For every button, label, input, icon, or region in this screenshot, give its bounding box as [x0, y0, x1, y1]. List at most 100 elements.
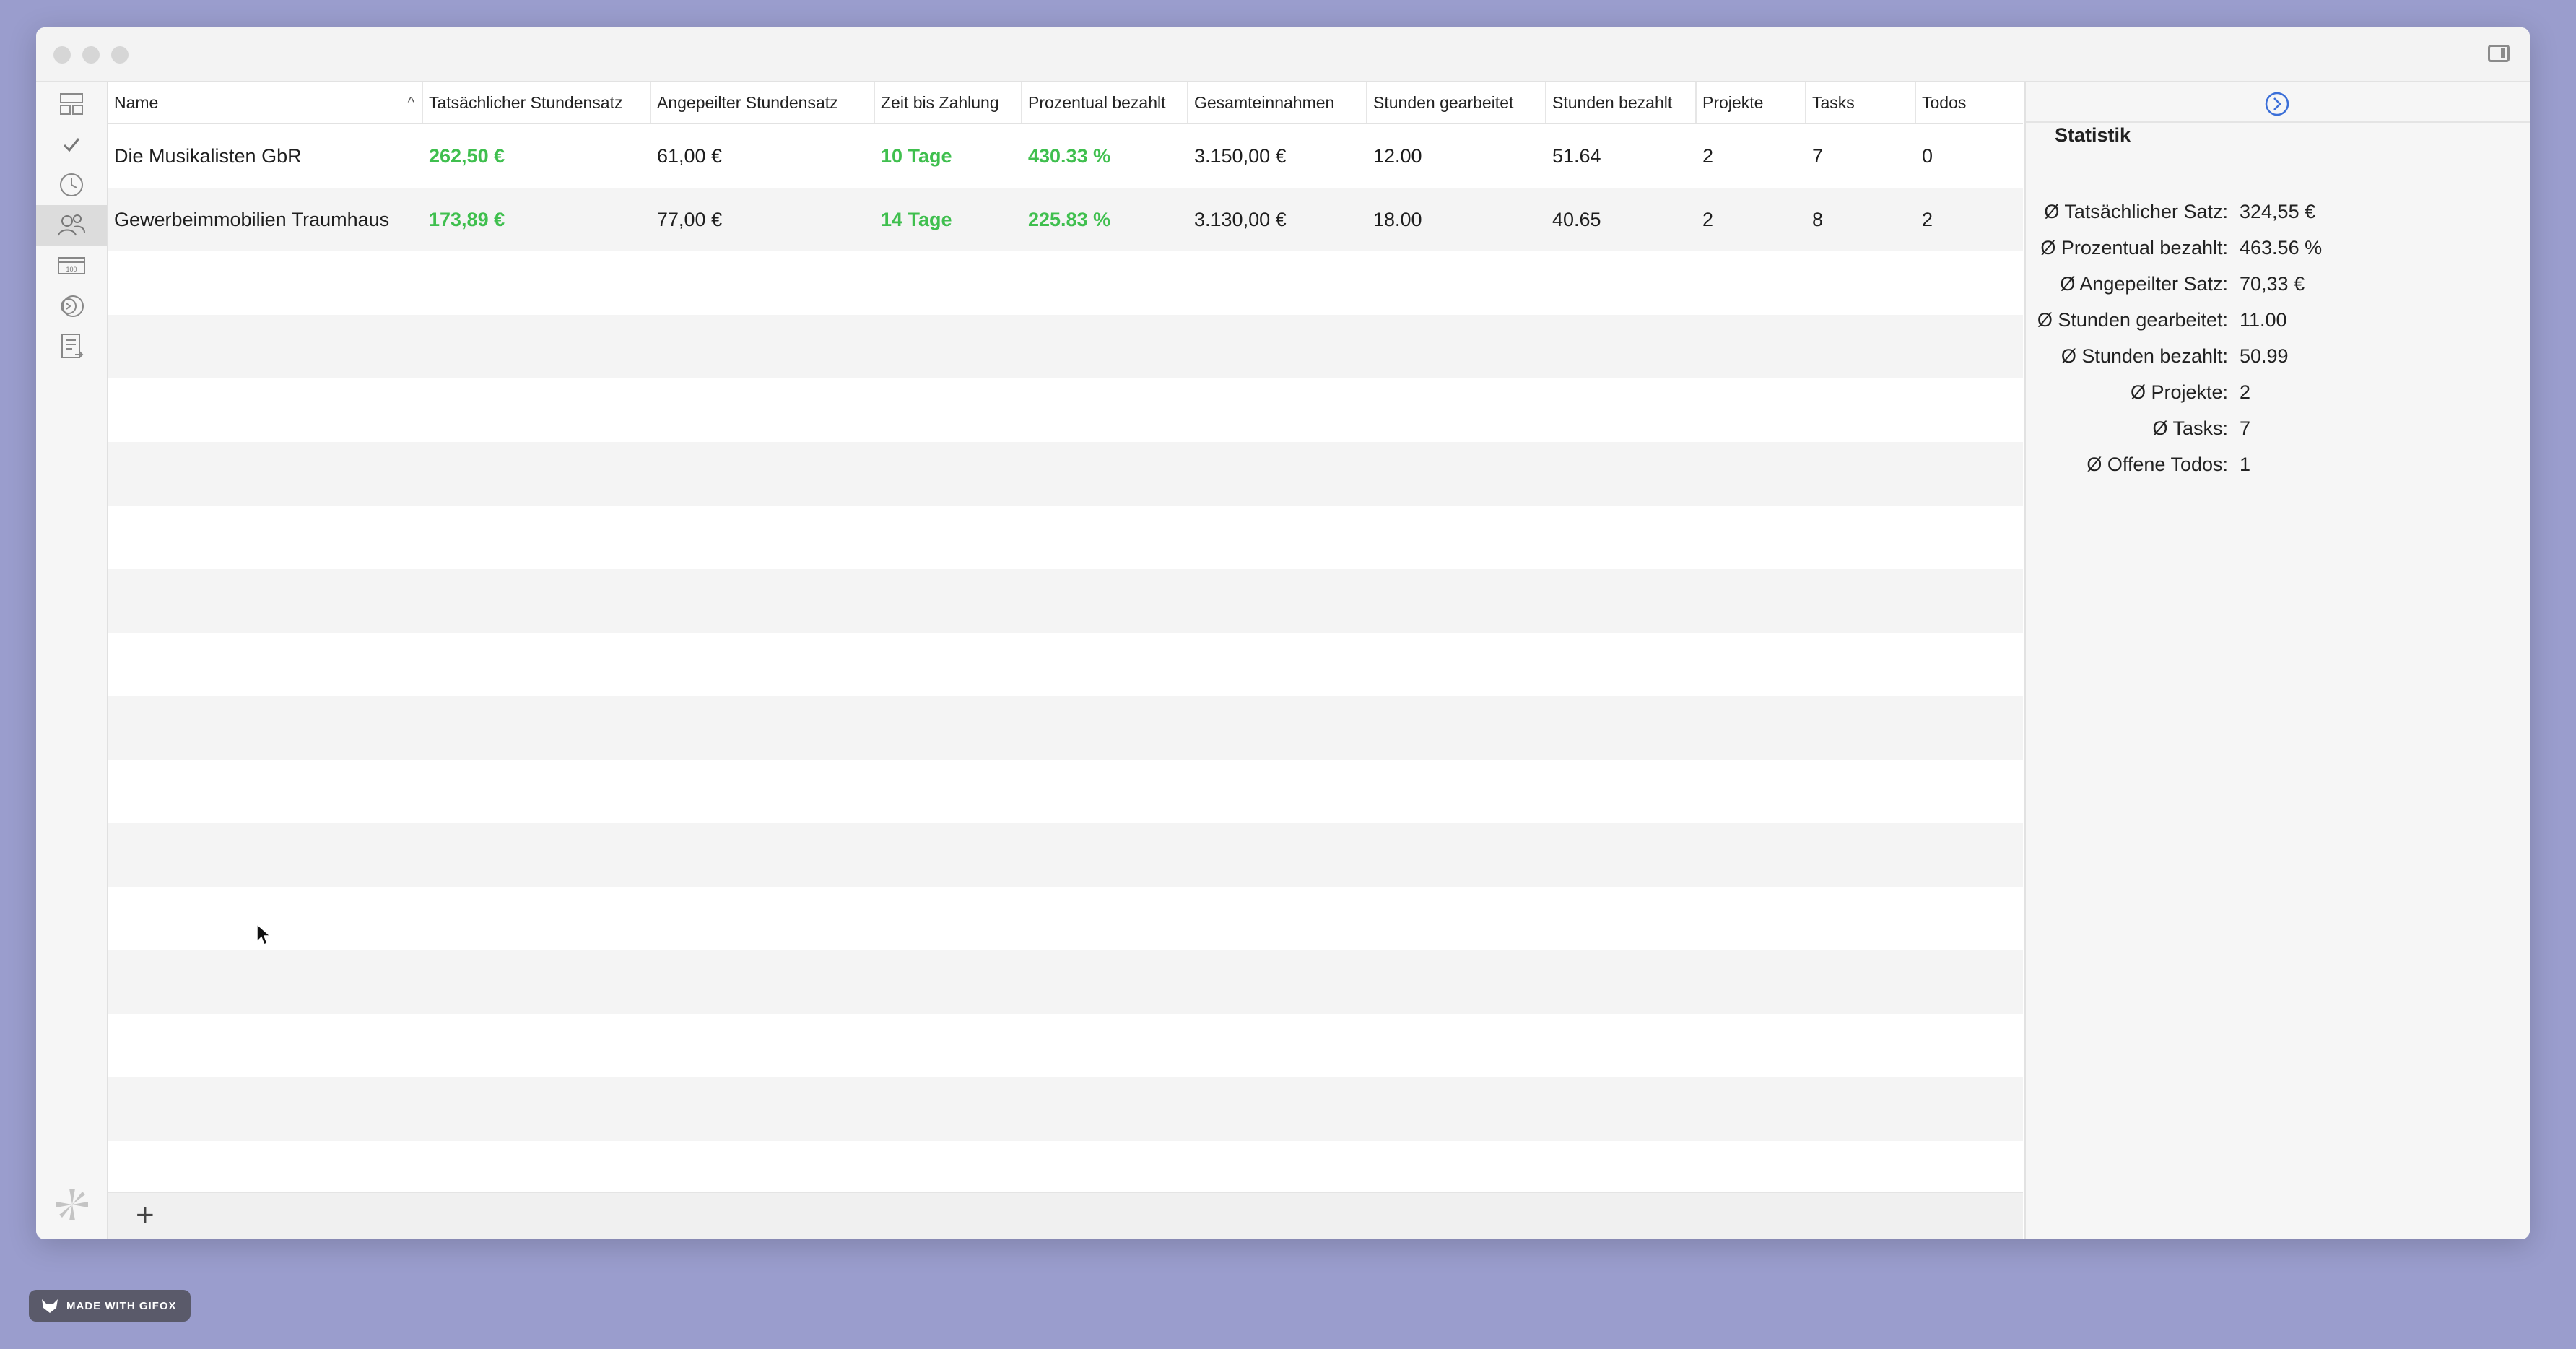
- add-client-button[interactable]: +: [136, 1197, 155, 1233]
- column-header-total-income[interactable]: Gesamteinnahmen: [1188, 82, 1367, 123]
- column-header-hours-worked[interactable]: Stunden gearbeitet: [1367, 82, 1546, 123]
- client-name: Die Musikalisten GbR: [114, 145, 302, 167]
- table-row[interactable]: Die Musikalisten GbR 262,50 € 61,00 € 10…: [108, 124, 2023, 188]
- column-header-label: Gesamteinnahmen: [1194, 93, 1335, 112]
- projects-value: 2: [1702, 145, 1714, 167]
- column-header-label: Stunden bezahlt: [1552, 93, 1673, 112]
- column-header-label: Tasks: [1812, 93, 1855, 112]
- stat-value: 50.99: [2240, 345, 2289, 367]
- column-header-label: Tatsächlicher Stundensatz: [429, 93, 623, 112]
- stat-label: Ø Tatsächlicher Satz:: [2044, 201, 2228, 222]
- column-header-hours-paid[interactable]: Stunden bezahlt: [1546, 82, 1697, 123]
- column-header-label: Zeit bis Zahlung: [881, 93, 999, 112]
- target-rate-value: 77,00 €: [657, 209, 723, 230]
- percent-paid-value: 225.83 %: [1028, 209, 1111, 230]
- column-header-label: Name: [114, 93, 159, 112]
- stat-label: Ø Stunden bezahlt:: [2061, 345, 2228, 367]
- title-bar: [36, 27, 2530, 82]
- app-window: 100 Name ^ Tatsächlicher Stundensatz Ang…: [36, 27, 2530, 1239]
- empty-row: [108, 1141, 2023, 1193]
- stat-label: Ø Projekte:: [2130, 381, 2228, 403]
- total-income-value: 3.130,00 €: [1194, 209, 1287, 230]
- time-to-payment-value: 10 Tage: [881, 145, 952, 167]
- report-icon[interactable]: [36, 326, 107, 367]
- hours-paid-value: 51.64: [1552, 145, 1601, 167]
- stat-value: 324,55 €: [2240, 201, 2316, 222]
- stat-value: 1: [2240, 454, 2251, 475]
- stat-row: Ø Stunden bezahlt: 50.99: [2026, 338, 2530, 374]
- empty-row: [108, 315, 2023, 378]
- stat-row: Ø Angepeilter Satz: 70,33 €: [2026, 266, 2530, 302]
- hours-paid-value: 40.65: [1552, 209, 1601, 230]
- table-header: Name ^ Tatsächlicher Stundensatz Angepei…: [108, 82, 2023, 124]
- column-header-label: Angepeilter Stundensatz: [657, 93, 838, 112]
- empty-row: [108, 760, 2023, 823]
- empty-row: [108, 251, 2023, 315]
- icon-sidebar: 100: [36, 82, 108, 1239]
- column-header-percent-paid[interactable]: Prozentual bezahlt: [1022, 82, 1188, 123]
- close-window-button[interactable]: [53, 46, 71, 64]
- column-header-label: Todos: [1922, 93, 1967, 112]
- made-with-gifox-badge: MADE WITH GIFOX: [29, 1290, 191, 1322]
- stat-value: 463.56 %: [2240, 237, 2323, 259]
- tasks-value: 8: [1812, 209, 1824, 230]
- actual-rate-value: 262,50 €: [429, 145, 505, 167]
- dashboard-icon[interactable]: [36, 84, 107, 124]
- checkmark-icon[interactable]: [36, 124, 107, 165]
- collapse-panel-icon[interactable]: [2264, 91, 2290, 117]
- stat-value: 70,33 €: [2240, 273, 2305, 295]
- column-header-name[interactable]: Name ^: [108, 82, 423, 123]
- stat-row: Ø Prozentual bezahlt: 463.56 %: [2026, 230, 2530, 266]
- column-header-todos[interactable]: Todos: [1916, 82, 2023, 123]
- app-logo-icon: [53, 1186, 91, 1223]
- column-header-label: Projekte: [1702, 93, 1764, 112]
- percent-paid-value: 430.33 %: [1028, 145, 1111, 167]
- empty-row: [108, 378, 2023, 442]
- time-to-payment-value: 14 Tage: [881, 209, 952, 230]
- money-icon[interactable]: [36, 286, 107, 326]
- projects-value: 2: [1702, 209, 1714, 230]
- total-income-value: 3.150,00 €: [1194, 145, 1287, 167]
- stat-label: Ø Tasks:: [2152, 417, 2228, 439]
- badge-text: MADE WITH GIFOX: [66, 1299, 177, 1312]
- fox-logo-icon: [42, 1299, 58, 1313]
- empty-row: [108, 696, 2023, 760]
- column-header-time-to-payment[interactable]: Zeit bis Zahlung: [875, 82, 1022, 123]
- column-header-target-rate[interactable]: Angepeilter Stundensatz: [651, 82, 875, 123]
- stat-label: Ø Offene Todos:: [2087, 454, 2228, 475]
- zoom-window-button[interactable]: [111, 46, 129, 64]
- stat-row: Ø Tasks: 7: [2026, 410, 2530, 446]
- clients-table: Name ^ Tatsächlicher Stundensatz Angepei…: [108, 82, 2023, 1239]
- stat-label: Ø Stunden gearbeitet:: [2037, 309, 2228, 331]
- column-header-projects[interactable]: Projekte: [1697, 82, 1806, 123]
- invoice-icon[interactable]: 100: [36, 246, 107, 286]
- stat-label: Ø Prozentual bezahlt:: [2040, 237, 2228, 259]
- statistics-header: [2026, 82, 2530, 123]
- hours-worked-value: 12.00: [1373, 145, 1422, 167]
- todos-value: 2: [1922, 209, 1933, 230]
- table-row[interactable]: Gewerbeimmobilien Traumhaus 173,89 € 77,…: [108, 188, 2023, 251]
- column-header-label: Stunden gearbeitet: [1373, 93, 1514, 112]
- empty-row: [108, 1077, 2023, 1141]
- clock-icon[interactable]: [36, 165, 107, 205]
- empty-row: [108, 887, 2023, 950]
- column-header-label: Prozentual bezahlt: [1028, 93, 1166, 112]
- sort-ascending-icon[interactable]: ^: [408, 82, 414, 123]
- empty-row: [108, 442, 2023, 506]
- target-rate-value: 61,00 €: [657, 145, 723, 167]
- minimize-window-button[interactable]: [82, 46, 100, 64]
- actual-rate-value: 173,89 €: [429, 209, 505, 230]
- empty-row: [108, 506, 2023, 569]
- stat-row: Ø Projekte: 2: [2026, 374, 2530, 410]
- clients-icon[interactable]: [36, 205, 107, 246]
- stat-row: Ø Stunden gearbeitet: 11.00: [2026, 302, 2530, 338]
- table-body: Die Musikalisten GbR 262,50 € 61,00 € 10…: [108, 124, 2023, 1193]
- sidebar-toggle-icon[interactable]: [2488, 45, 2510, 62]
- statistics-panel: Statistik Ø Tatsächlicher Satz: 324,55 €…: [2024, 82, 2530, 1239]
- column-header-actual-rate[interactable]: Tatsächlicher Stundensatz: [423, 82, 651, 123]
- mouse-cursor-icon: [256, 923, 270, 946]
- column-header-tasks[interactable]: Tasks: [1806, 82, 1916, 123]
- stat-value: 11.00: [2240, 309, 2287, 331]
- statistics-title: Statistik: [2055, 124, 2131, 146]
- empty-row: [108, 633, 2023, 696]
